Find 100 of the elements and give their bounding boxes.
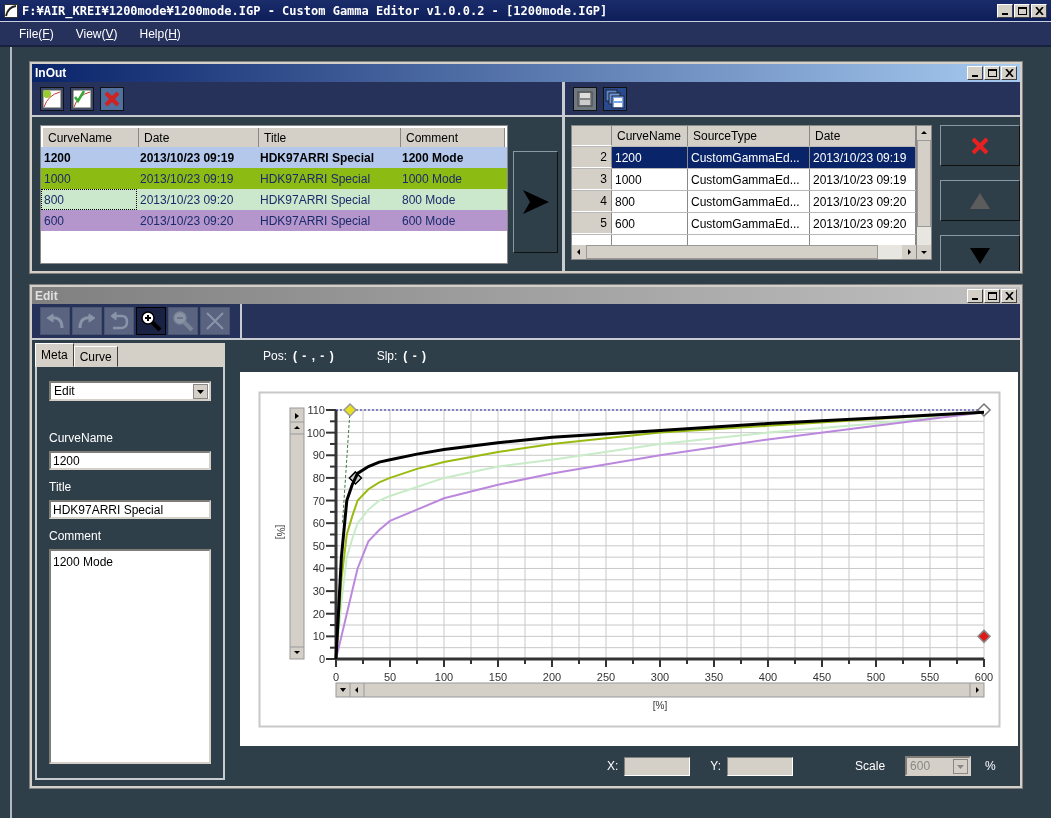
new-curve-button[interactable] [40, 86, 64, 111]
check-curve-icon [72, 88, 92, 109]
control-point[interactable] [348, 470, 363, 485]
delete-curve-button[interactable] [100, 86, 124, 111]
minimize-icon [972, 297, 978, 300]
maximize-icon [987, 291, 997, 300]
table-cell: CustomGammaEd... [688, 147, 810, 168]
close-icon [970, 135, 990, 156]
scroll-thumb[interactable] [917, 140, 931, 227]
column-header[interactable]: SourceType [688, 126, 810, 146]
close-icon [1004, 69, 1014, 77]
table-cell-text: 1200 [43, 149, 72, 167]
x-axis-label: [%] [652, 700, 668, 711]
table-cell-text: HDK97ARRI Special [259, 191, 372, 209]
zoom-in-icon [140, 310, 162, 332]
scroll-up-icon[interactable] [917, 126, 931, 140]
floppies-icon [605, 88, 625, 109]
zoom-out-icon [172, 310, 194, 332]
table-cell-text: 1200 Mode [401, 149, 465, 167]
table-row[interactable]: 600 2013/10/23 09:20 HDK97ARRI Special 600 Mode [41, 210, 507, 231]
horizontal-scrollbar[interactable] [572, 245, 916, 259]
table-cell-text: HDK97ARRI Special [259, 149, 376, 167]
scroll-left-icon[interactable] [572, 245, 586, 259]
field-label: Title [49, 480, 73, 494]
column-header[interactable]: CurveName [612, 126, 688, 146]
x-field[interactable] [624, 756, 691, 776]
x-tick-label: 600 [974, 671, 994, 683]
vertical-scrollbar[interactable] [289, 407, 305, 660]
field-label: Comment [49, 529, 102, 543]
minimize-button[interactable] [997, 3, 1013, 18]
scale-label: Scale [855, 759, 886, 773]
table-cell-text: 2013/10/23 09:19 [139, 149, 236, 167]
scroll-right-icon[interactable] [902, 245, 916, 259]
y-tick-label: 80 [312, 471, 325, 484]
triangle-up-icon [970, 192, 990, 209]
minimize-button[interactable] [967, 66, 983, 80]
arrow-right-icon [521, 189, 550, 215]
move-down-button[interactable] [940, 235, 1020, 271]
y-label: Y: [710, 759, 722, 773]
table-row[interactable]: 4 800 CustomGammaEd... 2013/10/23 09:20 [572, 191, 916, 213]
close-button[interactable] [1031, 3, 1047, 18]
table-row[interactable]: 2 1200 CustomGammaEd... 2013/10/23 09:19 [572, 147, 916, 169]
tab[interactable]: Curve [73, 346, 118, 367]
menu-item[interactable]: View(V) [75, 26, 118, 41]
caret-icon [953, 758, 969, 774]
field-label: CurveName [49, 431, 115, 445]
table-row[interactable]: 1000 2013/10/23 09:19 HDK97ARRI Special 1000 Mode [41, 168, 507, 189]
table-cell: CustomGammaEd... [688, 169, 810, 190]
y-tick-label: 40 [312, 562, 325, 575]
add-to-list-button[interactable] [513, 151, 558, 253]
menu-item[interactable]: Help(H) [139, 26, 181, 41]
scroll-down-icon[interactable] [917, 245, 931, 259]
edit-curve-button[interactable] [70, 86, 94, 111]
row-number: 5 [572, 213, 612, 234]
menu-item[interactable]: File(F) [19, 26, 54, 41]
save-all-button[interactable] [603, 86, 627, 111]
row-number: 4 [572, 191, 612, 212]
y-tick-label: 20 [312, 607, 325, 620]
close-button[interactable] [1001, 66, 1017, 80]
unit-label: % [985, 759, 996, 773]
zoom-in-button[interactable] [136, 307, 166, 335]
x-tick-label: 0 [332, 671, 340, 683]
close-icon [1004, 291, 1014, 300]
y-tick-label: 70 [312, 494, 325, 507]
y-field[interactable] [727, 756, 794, 776]
save-button[interactable] [573, 86, 597, 111]
text-field[interactable]: 1200 [49, 451, 211, 470]
mode-dropdown[interactable]: Edit [49, 381, 211, 401]
y-tick-label: 30 [312, 585, 325, 598]
table-cell-text: 800 Mode [401, 191, 457, 209]
panel-title: InOut [35, 66, 68, 80]
comment-field[interactable]: 1200 Mode [49, 549, 211, 764]
scroll-thumb[interactable] [586, 245, 878, 259]
maximize-button[interactable] [984, 66, 1000, 80]
x-tick-label: 200 [542, 671, 562, 683]
y-tick-label: 100 [306, 426, 325, 439]
maximize-button[interactable] [1014, 3, 1030, 18]
return-arrow-icon [108, 310, 130, 332]
vertical-scrollbar[interactable] [916, 126, 931, 259]
slope-label: Slp: [376, 349, 398, 363]
new-curve-icon [42, 88, 62, 109]
control-point[interactable] [976, 402, 992, 418]
table-row[interactable]: 800 2013/10/23 09:20 HDK97ARRI Special 800 Mode [41, 189, 507, 210]
x-tick-label: 350 [704, 671, 724, 683]
tab[interactable]: Meta [35, 343, 74, 367]
delete-button[interactable] [940, 125, 1020, 166]
y-tick-label: 90 [312, 449, 325, 462]
text-field[interactable]: HDK97ARRI Special [49, 500, 211, 519]
table-cell-text: 600 [43, 212, 66, 230]
slope-value: ( - ) [403, 349, 427, 363]
maximize-icon [1017, 6, 1027, 15]
table-row[interactable]: 1200 2013/10/23 09:19 HDK97ARRI Special 1200 Mode [41, 147, 507, 168]
horizontal-scrollbar[interactable] [335, 682, 985, 698]
table-row[interactable]: 3 1000 CustomGammaEd... 2013/10/23 09:19 [572, 169, 916, 191]
y-tick-label: 60 [312, 517, 325, 530]
x-tick-label: 50 [383, 671, 397, 683]
table-row[interactable]: 5 600 CustomGammaEd... 2013/10/23 09:20 [572, 213, 916, 235]
table-cell: 1000 [612, 169, 688, 190]
y-tick-label: 10 [312, 630, 325, 643]
table-cell: CustomGammaEd... [688, 191, 810, 212]
